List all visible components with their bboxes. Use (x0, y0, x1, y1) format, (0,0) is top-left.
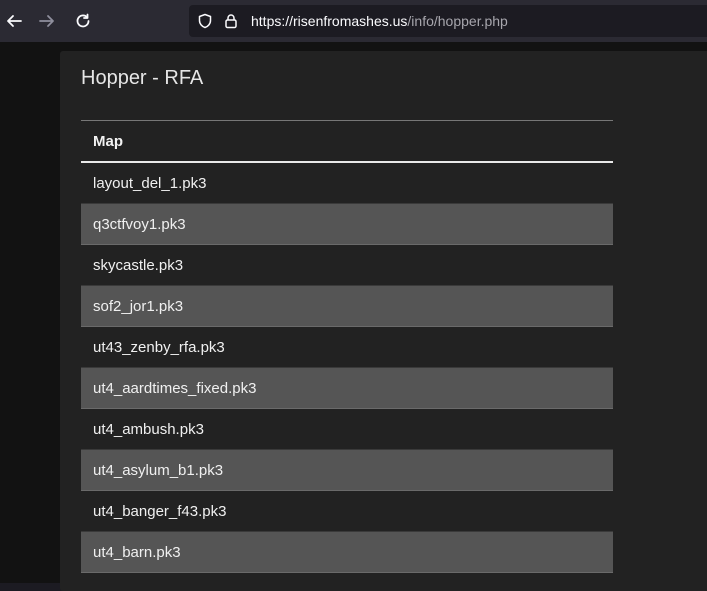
table-row: sof2_jor1.pk3 (81, 286, 613, 327)
table-row: ut4_asylum_b1.pk3 (81, 450, 613, 491)
address-bar[interactable]: https://risenfromashes.us/info/hopper.ph… (189, 5, 707, 37)
shield-icon[interactable] (197, 13, 213, 29)
url-text[interactable]: https://risenfromashes.us/info/hopper.ph… (251, 13, 508, 29)
arrow-right-icon (39, 15, 54, 27)
column-header-map: Map (81, 121, 613, 163)
reload-icon (76, 13, 90, 28)
browser-toolbar: https://risenfromashes.us/info/hopper.ph… (0, 0, 707, 42)
url-path: /info/hopper.php (407, 13, 508, 29)
map-table: Map layout_del_1.pk3 q3ctfvoy1.pk3 skyca… (81, 120, 613, 573)
table-row: ut4_ambush.pk3 (81, 409, 613, 450)
lock-icon[interactable] (223, 13, 239, 29)
arrow-left-icon (7, 15, 22, 27)
table-row: ut4_barn.pk3 (81, 532, 613, 573)
page-title: Hopper - RFA (81, 67, 204, 89)
forward-button[interactable] (33, 7, 61, 35)
table-row: ut43_zenby_rfa.pk3 (81, 327, 613, 368)
table-row: ut4_banger_f43.pk3 (81, 491, 613, 532)
table-row: layout_del_1.pk3 (81, 163, 613, 204)
page-content: Hopper - RFA Map layout_del_1.pk3 q3ctfv… (0, 42, 707, 591)
table-row: q3ctfvoy1.pk3 (81, 204, 613, 245)
content-card: Hopper - RFA Map layout_del_1.pk3 q3ctfv… (60, 51, 707, 591)
back-button[interactable] (0, 7, 28, 35)
table-row: skycastle.pk3 (81, 245, 613, 286)
reload-button[interactable] (69, 7, 97, 35)
table-row: ut4_aardtimes_fixed.pk3 (81, 368, 613, 409)
url-host: https://risenfromashes.us (251, 13, 408, 29)
